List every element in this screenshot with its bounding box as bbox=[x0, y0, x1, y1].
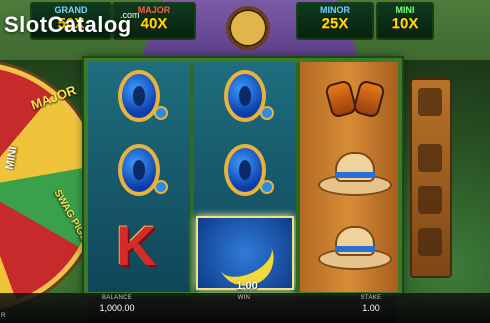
logo-text: SlotCatalog bbox=[4, 12, 132, 37]
symbol-hat bbox=[306, 140, 396, 210]
win-amount: 1.00 bbox=[236, 280, 258, 292]
q-dot-icon bbox=[154, 180, 168, 194]
winning-symbol-banana: 1.00 bbox=[196, 216, 294, 296]
win-display: WIN bbox=[219, 295, 269, 303]
reel-grid[interactable]: K 1.00 bbox=[84, 58, 402, 296]
balance-value: 1,000.00 bbox=[99, 303, 135, 313]
stake-display[interactable]: STAKE 1.00 bbox=[346, 295, 396, 313]
symbol-k: K bbox=[94, 214, 184, 284]
banana-silhouette-icon bbox=[418, 228, 442, 256]
logo-suffix: .com bbox=[120, 10, 140, 20]
symbol-binoculars bbox=[306, 66, 396, 136]
k-letter: K bbox=[116, 214, 157, 277]
jackpot-minor-label: MINOR bbox=[320, 5, 350, 15]
symbol-q bbox=[94, 140, 184, 210]
jackpot-minor: MINOR 25X bbox=[296, 2, 374, 40]
reel-3 bbox=[300, 62, 398, 292]
corner-label[interactable]: R bbox=[1, 313, 5, 319]
q-dot-icon bbox=[154, 106, 168, 120]
jackpot-mini-value: 10X bbox=[391, 15, 419, 32]
symbol-q bbox=[200, 66, 290, 136]
hut-window bbox=[226, 6, 270, 50]
stake-label: STAKE bbox=[360, 295, 382, 301]
jackpot-mini-label: MINI bbox=[395, 5, 415, 15]
jackpot-minor-value: 25X bbox=[321, 15, 349, 32]
balance-label: BALANCE bbox=[101, 295, 133, 301]
jackpot-mini: MINI 10X bbox=[376, 2, 434, 40]
win-label: WIN bbox=[237, 295, 251, 301]
banana-silhouette-icon bbox=[418, 144, 442, 172]
reel-2: 1.00 bbox=[194, 62, 296, 296]
binoculars-icon bbox=[324, 76, 386, 119]
symbol-q bbox=[94, 66, 184, 136]
safari-hat-icon bbox=[318, 222, 392, 274]
q-dot-icon bbox=[260, 106, 274, 120]
stake-value: 1.00 bbox=[362, 303, 380, 313]
side-reel-preview bbox=[410, 78, 452, 278]
bottom-bar: R BALANCE 1,000.00 WIN STAKE 1.00 bbox=[0, 293, 490, 323]
symbol-q bbox=[200, 140, 290, 210]
site-logo: SlotCatalog bbox=[4, 12, 132, 38]
symbol-hat bbox=[306, 214, 396, 284]
banana-silhouette-icon bbox=[418, 186, 442, 214]
explorer-silhouette-icon bbox=[418, 88, 442, 116]
q-dot-icon bbox=[260, 180, 274, 194]
game-scene: MAJOR MINI SWAG PIGS GRAND 50X MAJOR 40X… bbox=[0, 0, 490, 323]
balance-display: BALANCE 1,000.00 bbox=[92, 295, 142, 313]
reel-1: K bbox=[88, 62, 190, 292]
safari-hat-icon bbox=[318, 148, 392, 200]
